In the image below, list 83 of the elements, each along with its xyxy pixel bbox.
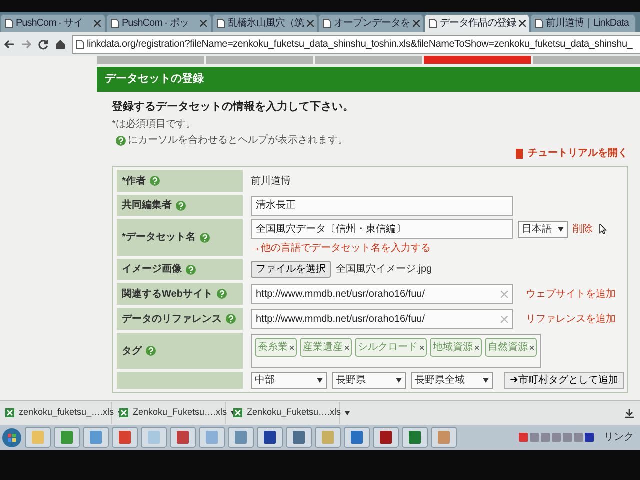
help-icon xyxy=(200,232,210,242)
page-icon xyxy=(76,40,84,48)
toolbar-label[interactable]: リンク xyxy=(604,430,634,445)
help-icon xyxy=(146,346,156,356)
file-name: 全国風穴イメージ.jpg xyxy=(336,262,432,277)
caret-icon xyxy=(558,226,564,232)
close-icon[interactable] xyxy=(200,20,207,27)
remove-icon[interactable] xyxy=(530,346,534,350)
other-language-link[interactable]: →他の言語でデータセット名を入力する xyxy=(251,241,431,256)
remove-icon[interactable] xyxy=(290,346,294,350)
field-label: 共同編集者 xyxy=(122,198,172,213)
tab-title: データ作品の登録 xyxy=(440,17,516,31)
language-select[interactable]: 日本語 xyxy=(518,220,568,238)
text-field[interactable]: 清水長正 xyxy=(251,196,513,216)
page-icon xyxy=(111,19,119,28)
help-icon xyxy=(186,264,196,274)
forward-icon[interactable] xyxy=(21,38,32,50)
tab-title: オープンデータを xyxy=(334,16,410,31)
help-icon xyxy=(116,136,126,146)
page-icon xyxy=(323,19,331,28)
home-icon[interactable] xyxy=(55,38,66,50)
close-icon[interactable] xyxy=(519,20,526,27)
remove-icon[interactable] xyxy=(345,346,349,350)
field-label: *データセット名 xyxy=(122,230,196,245)
browser-tab[interactable]: 前川道博｜LinkData xyxy=(530,14,636,32)
section-header: データセットの登録 xyxy=(97,67,640,92)
page-icon xyxy=(429,19,437,28)
tab-title: PushCom - サイ xyxy=(16,17,83,31)
help-icon xyxy=(176,200,186,210)
tab-title: 前川道博｜LinkData xyxy=(546,16,629,31)
back-icon[interactable] xyxy=(4,38,15,50)
start-icon[interactable] xyxy=(2,428,22,448)
caret-icon xyxy=(396,378,402,383)
url-field[interactable]: http://www.mmdb.net/usr/oraho16/fuu/ xyxy=(251,284,513,304)
close-icon[interactable] xyxy=(307,20,314,27)
text-field[interactable]: 全国風穴データ〔信州・東信編〕 xyxy=(251,219,513,239)
add-link[interactable]: ウェブサイトを追加 xyxy=(526,286,616,302)
author-name: 前川道博 xyxy=(251,174,291,188)
help-note: にカーソルを合わせるとヘルプが表示されます。 xyxy=(128,134,348,148)
remove-icon[interactable] xyxy=(420,346,424,350)
help-icon xyxy=(226,314,236,324)
url-field[interactable]: http://www.mmdb.net/usr/oraho16/fuu/ xyxy=(251,309,513,329)
browser-tab[interactable]: データ作品の登録 xyxy=(424,14,530,32)
browser-tab[interactable]: PushCom - ポッ xyxy=(106,14,212,32)
delete-link[interactable]: 削除 xyxy=(573,222,593,236)
tab-title: 乱橋氷山風穴（筑 xyxy=(228,16,304,31)
field-label: 関連するWebサイト xyxy=(122,288,213,302)
close-icon[interactable] xyxy=(94,20,101,27)
page-icon xyxy=(217,19,225,28)
add-link[interactable]: リファレンスを追加 xyxy=(526,312,616,326)
download-icon[interactable] xyxy=(625,408,634,418)
region-select[interactable]: 長野県全域 xyxy=(411,372,493,389)
browser-tab[interactable]: 乱橋氷山風穴（筑 xyxy=(212,14,318,32)
region-select[interactable]: 中部 xyxy=(251,372,327,389)
field-label: タグ xyxy=(122,344,142,358)
download-item[interactable]: Zenkoku_Fuketsu….xls xyxy=(230,402,340,424)
page-icon xyxy=(535,19,543,28)
field-label: イメージ画像 xyxy=(122,262,182,277)
tab-title: PushCom - ポッ xyxy=(122,17,189,31)
url-text: linkdata.org/registration?fileName=zenkoku_fuketsu_data_shinshu_toshin.xls&fileNameToShow=zenkoku_fuketsu_data_shinshu_ xyxy=(87,38,633,52)
caret-icon xyxy=(345,410,350,416)
reload-icon[interactable] xyxy=(38,38,49,50)
clear-icon[interactable] xyxy=(501,316,508,322)
close-icon[interactable] xyxy=(413,20,420,27)
choose-file-button[interactable]: ファイルを選択 xyxy=(251,261,331,278)
field-label: データのリファレンス xyxy=(122,312,222,326)
intro-text: 登録するデータセットの情報を入力して下さい。 xyxy=(112,100,354,114)
browser-tab[interactable]: PushCom - サイ xyxy=(0,14,106,32)
field-label: *作者 xyxy=(122,174,146,188)
address-field[interactable]: linkdata.org/registration?fileName=zenkoku_fuketsu_data_shinshu_toshin.xls&fileNameToShow=zenkoku_fuketsu_data_shinshu_ xyxy=(72,34,640,54)
browser-tab[interactable]: オープンデータを xyxy=(318,14,424,32)
help-icon xyxy=(216,289,227,299)
cursor-icon xyxy=(598,224,608,234)
clear-icon[interactable] xyxy=(501,290,508,298)
page-icon xyxy=(5,19,13,28)
remove-icon[interactable] xyxy=(475,346,479,350)
caret-icon xyxy=(317,378,323,383)
tutorial-link[interactable]: チュートリアルを開く xyxy=(528,146,628,161)
region-select[interactable]: 長野県 xyxy=(332,372,406,389)
caret-icon xyxy=(483,378,489,383)
required-note: *は必須項目です。 xyxy=(112,118,196,132)
help-icon xyxy=(150,176,160,186)
add-tag-button[interactable]: ➜市町村タグとして追加 xyxy=(504,372,624,389)
